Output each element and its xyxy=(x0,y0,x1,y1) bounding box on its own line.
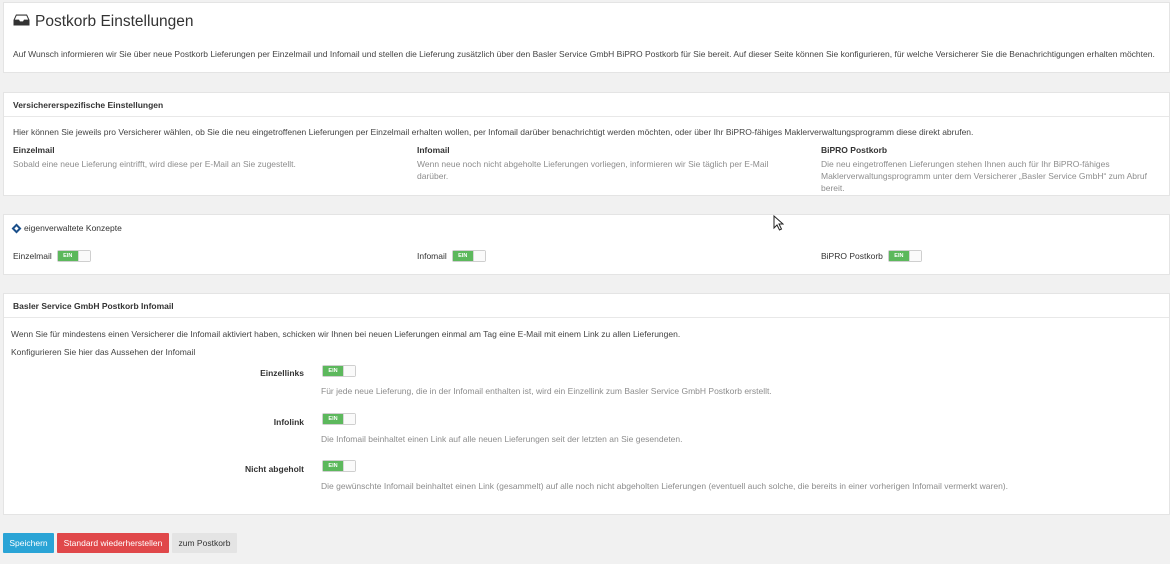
bipro-toggle[interactable]: EIN xyxy=(887,250,922,262)
toggle-row-infomail: Infomail EIN xyxy=(417,250,486,262)
option-desc-infolink: Die Infomail beinhaltet einen Link auf a… xyxy=(321,434,683,444)
infomail-panel: Basler Service GmbH Postkorb Infomail We… xyxy=(3,293,1170,515)
toggle-row-bipro: BiPRO Postkorb EIN xyxy=(821,250,922,262)
diamond-icon xyxy=(11,223,22,233)
toggle-on-label: EIN xyxy=(323,414,343,424)
mouse-cursor-icon xyxy=(773,214,785,233)
option-label-infolink: Infolink xyxy=(273,417,304,427)
inbox-icon xyxy=(13,13,30,31)
page-title: Postkorb Einstellungen xyxy=(13,13,194,31)
toggle-label: Einzelmail xyxy=(13,251,52,261)
toggle-on-label: EIN xyxy=(57,251,78,261)
column-einzelmail: Einzelmail Sobald eine neue Lieferung ei… xyxy=(13,145,373,170)
option-desc-nicht-abgeholt: Die gewünschte Infomail beinhaltet einen… xyxy=(321,481,1009,491)
einzelmail-toggle[interactable]: EIN xyxy=(56,250,91,262)
toggle-on-label: EIN xyxy=(452,251,473,261)
toggle-on-label: EIN xyxy=(888,251,909,261)
toggle-knob xyxy=(472,251,485,261)
toggle-knob xyxy=(343,461,355,471)
infomail-text-1: Wenn Sie für mindestens einen Versichere… xyxy=(11,329,681,339)
column-title: Infomail xyxy=(417,145,450,155)
toggle-label: Infomail xyxy=(417,251,447,261)
column-title: Einzelmail xyxy=(13,145,55,155)
column-infomail: Infomail Wenn neue noch nicht abgeholte … xyxy=(417,145,777,182)
toggle-knob xyxy=(77,251,90,261)
column-desc: Sobald eine neue Lieferung eintrifft, wi… xyxy=(13,159,296,169)
toggle-row-einzelmail: Einzelmail EIN xyxy=(13,250,91,262)
konzepte-panel: eigenverwaltete Konzepte Einzelmail EIN … xyxy=(3,214,1170,275)
to-postkorb-button[interactable]: zum Postkorb xyxy=(172,533,237,553)
toggle-label: BiPRO Postkorb xyxy=(821,251,883,261)
intro-text: Auf Wunsch informieren wir Sie über neue… xyxy=(13,49,1155,59)
toggle-on-label: EIN xyxy=(323,461,343,471)
versicherer-panel: Versichererspezifische Einstellungen Hie… xyxy=(3,92,1170,196)
column-title: BiPRO Postkorb xyxy=(821,145,888,155)
versicherer-heading: Versichererspezifische Einstellungen xyxy=(4,93,1169,117)
header-panel: Postkorb Einstellungen Auf Wunsch inform… xyxy=(3,2,1170,73)
konzepte-heading-text: eigenverwaltete Konzepte xyxy=(24,223,122,233)
infomail-heading: Basler Service GmbH Postkorb Infomail xyxy=(4,294,1169,318)
toggle-on-label: EIN xyxy=(323,366,343,376)
konzepte-heading: eigenverwaltete Konzepte xyxy=(11,223,122,233)
toggle-knob xyxy=(343,414,355,424)
toggle-knob xyxy=(343,366,355,376)
versicherer-text: Hier können Sie jeweils pro Versicherer … xyxy=(13,127,974,137)
option-label-einzellinks: Einzellinks xyxy=(260,368,304,378)
infomail-toggle[interactable]: EIN xyxy=(451,250,486,262)
nicht-abgeholt-toggle[interactable]: EIN xyxy=(322,460,356,472)
reset-defaults-button[interactable]: Standard wiederherstellen xyxy=(57,533,169,553)
option-desc-einzellinks: Für jede neue Lieferung, die in der Info… xyxy=(321,386,772,396)
infolink-toggle[interactable]: EIN xyxy=(322,413,356,425)
column-desc: Die neu eingetroffenen Lieferungen stehe… xyxy=(821,159,1147,193)
toggle-knob xyxy=(908,251,921,261)
option-label-nicht-abgeholt: Nicht abgeholt xyxy=(244,464,304,474)
infomail-text-2: Konfigurieren Sie hier das Aussehen der … xyxy=(11,347,196,357)
einzellinks-toggle[interactable]: EIN xyxy=(322,365,356,377)
column-desc: Wenn neue noch nicht abgeholte Lieferung… xyxy=(417,159,769,181)
column-bipro: BiPRO Postkorb Die neu eingetroffenen Li… xyxy=(821,145,1170,194)
page-title-text: Postkorb Einstellungen xyxy=(35,13,194,30)
save-button[interactable]: Speichern xyxy=(3,533,54,553)
